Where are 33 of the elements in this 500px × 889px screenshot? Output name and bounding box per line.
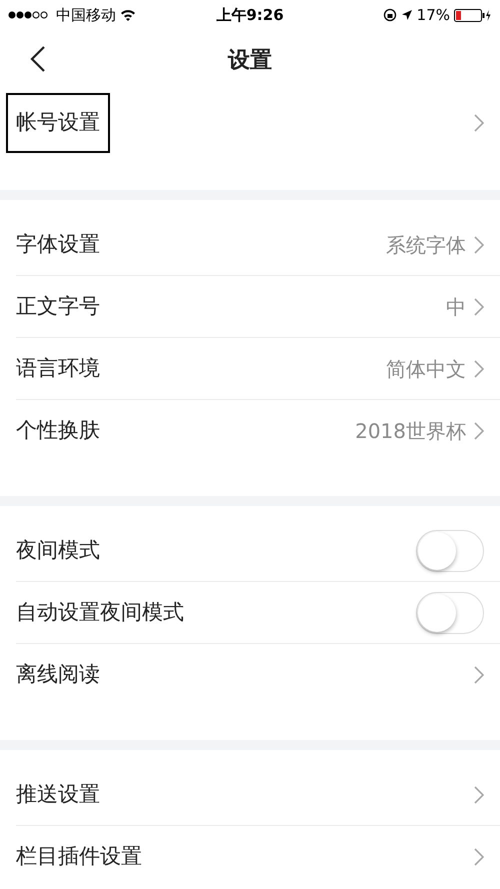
carrier-name: 中国移动: [56, 4, 116, 26]
setting-label[interactable]: 字体设置: [16, 228, 100, 260]
wifi-icon: [120, 9, 136, 21]
back-icon[interactable]: [30, 46, 46, 72]
chevron-icon[interactable]: [474, 360, 484, 378]
setting-label[interactable]: 正文字号: [16, 290, 100, 322]
setting-label[interactable]: 推送设置: [16, 778, 100, 810]
setting-value: 中: [446, 294, 466, 320]
chevron-icon[interactable]: [474, 114, 484, 132]
setting-value: 2018世界杯: [355, 418, 466, 445]
chevron-icon[interactable]: [474, 298, 484, 316]
clock-time: 上午9:26: [216, 4, 284, 26]
setting-label[interactable]: 夜间模式: [16, 534, 100, 566]
setting-value: 简体中文: [386, 356, 466, 382]
setting-label[interactable]: 离线阅读: [16, 659, 100, 691]
chevron-icon[interactable]: [474, 236, 484, 254]
chevron-icon[interactable]: [474, 666, 484, 684]
battery-icon: [454, 8, 492, 22]
setting-label[interactable]: 自动设置夜间模式: [16, 596, 184, 628]
outlined-label[interactable]: 帐号设置: [6, 93, 110, 153]
chevron-icon[interactable]: [474, 848, 484, 866]
battery-percent: 17%: [416, 4, 450, 26]
toggle-switch[interactable]: [416, 530, 484, 572]
chevron-icon[interactable]: [474, 786, 484, 804]
lock-rotation-icon: [382, 8, 397, 22]
chevron-icon[interactable]: [474, 422, 484, 440]
setting-label[interactable]: 栏目插件设置: [16, 841, 142, 873]
setting-label[interactable]: 语言环境: [16, 352, 100, 384]
setting-value: 系统字体: [386, 232, 466, 258]
page-title: 设置: [228, 46, 272, 74]
setting-label[interactable]: 个性换肤: [16, 415, 100, 447]
location-arrow-icon: [400, 9, 413, 21]
toggle-switch[interactable]: [416, 592, 484, 634]
